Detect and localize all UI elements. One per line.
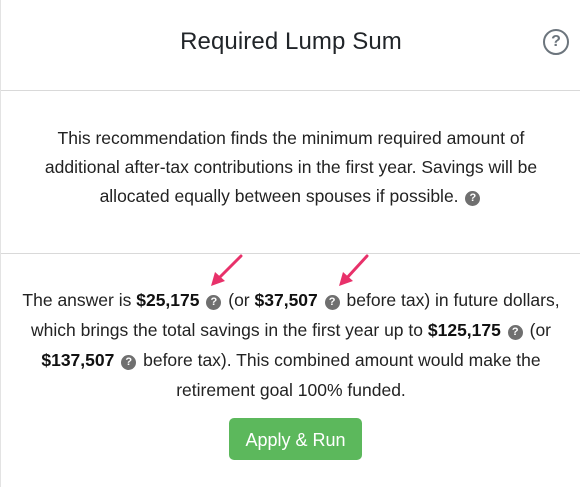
description-text: This recommendation finds the minimum re… xyxy=(44,128,538,206)
required-lump-sum-panel: Required Lump Sum ? This recommendation … xyxy=(0,0,580,487)
panel-header: Required Lump Sum ? xyxy=(1,0,580,91)
panel-title: Required Lump Sum xyxy=(180,28,402,55)
total-after-tax: $125,175 xyxy=(427,320,501,340)
question-icon[interactable]: ? xyxy=(206,295,222,310)
question-icon[interactable]: ? xyxy=(465,191,481,206)
answer-text: The answer is $25,175 ? (or $37,507 ? be… xyxy=(22,290,560,400)
amount-before-tax: $37,507 xyxy=(254,290,318,310)
question-circle-icon[interactable]: ? xyxy=(543,29,569,55)
description-section: This recommendation finds the minimum re… xyxy=(1,91,580,254)
question-icon[interactable]: ? xyxy=(507,325,523,340)
total-before-tax: $137,507 xyxy=(41,350,115,370)
amount-after-tax: $25,175 xyxy=(136,290,200,310)
question-icon[interactable]: ? xyxy=(121,355,137,370)
apply-and-run-button[interactable]: Apply & Run xyxy=(229,418,362,460)
question-icon[interactable]: ? xyxy=(324,295,340,310)
